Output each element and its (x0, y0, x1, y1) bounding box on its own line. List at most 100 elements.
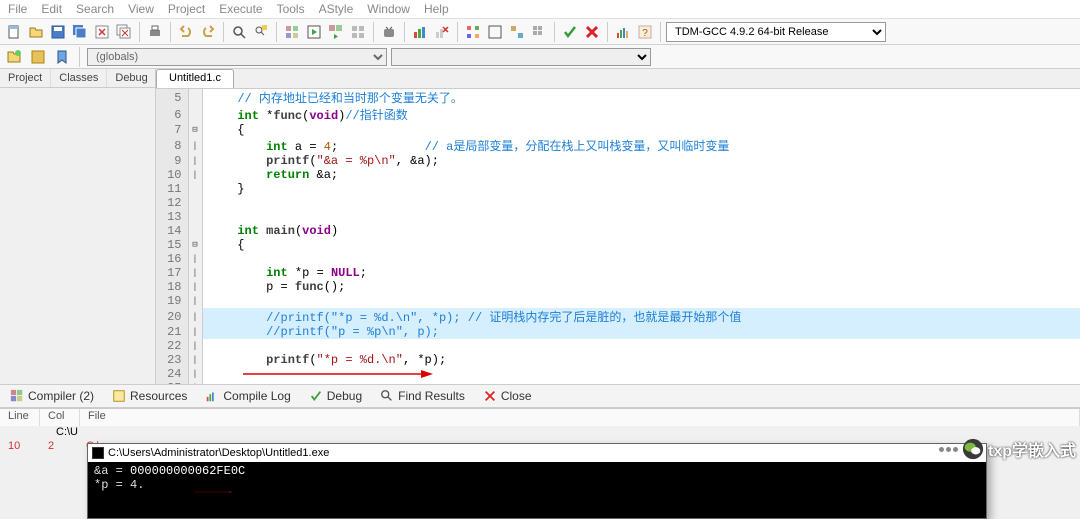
code-line[interactable]: //printf("*p = %d.\n", *p); // 证明栈内存完了后是… (202, 308, 1080, 325)
code-line[interactable]: int a = 4; // a是局部变量，分配在栈上又叫栈变量，又叫临时变量 (202, 137, 1080, 154)
tab-close[interactable]: Close (479, 387, 536, 405)
insert-button[interactable] (28, 47, 48, 67)
fold-gutter[interactable] (188, 224, 202, 238)
menu-window[interactable]: Window (367, 2, 410, 16)
fold-gutter[interactable] (188, 210, 202, 224)
fold-gutter[interactable]: | (188, 266, 202, 280)
fold-gutter[interactable]: | (188, 168, 202, 182)
find-button[interactable] (229, 22, 249, 42)
code-line[interactable]: //printf("p = %p\n", p); (202, 325, 1080, 339)
bookmark-button[interactable] (52, 47, 72, 67)
code-line[interactable] (202, 381, 1080, 384)
fold-gutter[interactable]: ⊟ (188, 238, 202, 252)
goto-bookmark-button[interactable] (507, 22, 527, 42)
code-line[interactable]: int main(void) (202, 224, 1080, 238)
stop-button[interactable] (582, 22, 602, 42)
help-button[interactable]: ? (635, 22, 655, 42)
menu-help[interactable]: Help (424, 2, 449, 16)
side-tab-classes[interactable]: Classes (51, 69, 107, 87)
toggle-bookmark-button[interactable] (485, 22, 505, 42)
run-button[interactable] (304, 22, 324, 42)
fold-gutter[interactable]: | (188, 154, 202, 168)
tab-find-results[interactable]: Find Results (376, 387, 469, 405)
code-line[interactable] (202, 210, 1080, 224)
code-line[interactable]: p = func(); (202, 280, 1080, 294)
side-tab-debug[interactable]: Debug (107, 69, 156, 87)
line-number: 18 (156, 280, 188, 294)
menu-file[interactable]: File (8, 2, 27, 16)
check-syntax-button[interactable] (560, 22, 580, 42)
code-editor[interactable]: 5 // 内存地址已经和当时那个变量无关了。6 int *func(void)/… (156, 89, 1080, 384)
menu-tools[interactable]: Tools (277, 2, 305, 16)
code-line[interactable] (202, 196, 1080, 210)
fold-gutter[interactable]: | (188, 308, 202, 325)
menu-execute[interactable]: Execute (219, 2, 262, 16)
line-number: 6 (156, 106, 188, 123)
close-all-button[interactable] (114, 22, 134, 42)
code-line[interactable]: printf("*p = %d.\n", *p); (202, 353, 1080, 367)
fold-gutter[interactable] (188, 106, 202, 123)
fold-gutter[interactable]: | (188, 137, 202, 154)
undo-button[interactable] (176, 22, 196, 42)
debug-button[interactable] (379, 22, 399, 42)
redo-button[interactable] (198, 22, 218, 42)
compiler-grid-row[interactable]: C:\U (0, 426, 1080, 440)
code-line[interactable] (202, 339, 1080, 353)
print-button[interactable] (145, 22, 165, 42)
menu-project[interactable]: Project (168, 2, 205, 16)
fold-gutter[interactable]: ⊟ (188, 123, 202, 137)
code-line[interactable]: printf("&a = %p\n", &a); (202, 154, 1080, 168)
code-line[interactable]: { (202, 238, 1080, 252)
fold-gutter[interactable]: | (188, 339, 202, 353)
fold-gutter[interactable]: | (188, 294, 202, 308)
code-line[interactable]: } (202, 182, 1080, 196)
fold-gutter[interactable] (188, 196, 202, 210)
globals-dropdown[interactable]: (globals) (87, 48, 387, 66)
save-button[interactable] (48, 22, 68, 42)
code-line[interactable] (202, 294, 1080, 308)
grid-button[interactable] (529, 22, 549, 42)
menu-view[interactable]: View (128, 2, 154, 16)
fold-gutter[interactable]: | (188, 381, 202, 384)
fold-gutter[interactable]: | (188, 252, 202, 266)
code-line[interactable]: return &a; (202, 168, 1080, 182)
close-button[interactable] (92, 22, 112, 42)
code-line[interactable]: // 内存地址已经和当时那个变量无关了。 (202, 89, 1080, 106)
save-all-button[interactable] (70, 22, 90, 42)
tab-compiler[interactable]: Compiler (2) (6, 387, 98, 405)
rebuild-button[interactable] (348, 22, 368, 42)
new-project-button[interactable] (4, 47, 24, 67)
code-line[interactable]: { (202, 123, 1080, 137)
tab-compile-log[interactable]: Compile Log (201, 387, 294, 405)
compile-run-button[interactable] (326, 22, 346, 42)
fold-gutter[interactable]: | (188, 353, 202, 367)
open-button[interactable] (26, 22, 46, 42)
menu-astyle[interactable]: AStyle (319, 2, 354, 16)
replace-button[interactable] (251, 22, 271, 42)
fold-gutter[interactable]: | (188, 325, 202, 339)
profile-button[interactable] (410, 22, 430, 42)
tab-resources[interactable]: Resources (108, 387, 191, 405)
fold-gutter[interactable]: | (188, 367, 202, 381)
editor-tab[interactable]: Untitled1.c (156, 69, 234, 88)
delete-profile-button[interactable] (432, 22, 452, 42)
compiler-select[interactable]: TDM-GCC 4.9.2 64-bit Release (666, 22, 886, 42)
goto-func-button[interactable] (463, 22, 483, 42)
functions-dropdown[interactable] (391, 48, 651, 66)
fold-gutter[interactable] (188, 89, 202, 106)
fold-gutter[interactable]: | (188, 280, 202, 294)
menu-search[interactable]: Search (76, 2, 114, 16)
code-line[interactable]: int *func(void)//指针函数 (202, 106, 1080, 123)
side-tab-project[interactable]: Project (0, 69, 51, 87)
code-line[interactable] (202, 367, 1080, 381)
menu-edit[interactable]: Edit (41, 2, 62, 16)
code-line[interactable] (202, 252, 1080, 266)
new-file-button[interactable] (4, 22, 24, 42)
code-line[interactable]: int *p = NULL; (202, 266, 1080, 280)
compile-button[interactable] (282, 22, 302, 42)
console-titlebar[interactable]: C:\Users\Administrator\Desktop\Untitled1… (88, 444, 986, 462)
profile-analysis-button[interactable] (613, 22, 633, 42)
line-number: 25 (156, 381, 188, 384)
fold-gutter[interactable] (188, 182, 202, 196)
tab-debug[interactable]: Debug (305, 387, 366, 405)
